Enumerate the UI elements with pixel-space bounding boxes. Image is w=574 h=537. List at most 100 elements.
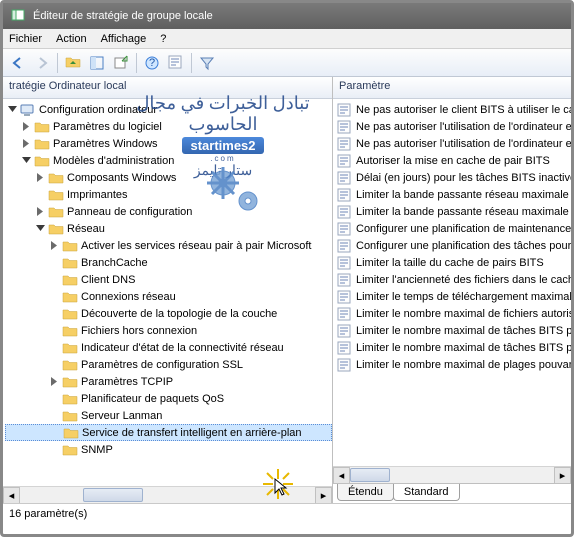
tree-item[interactable]: Modèles d'administration <box>5 152 332 169</box>
tree-item[interactable]: Activer les services réseau pair à pair … <box>5 237 332 254</box>
setting-icon <box>337 188 353 202</box>
tree-item[interactable]: Fichiers hors connexion <box>5 322 332 339</box>
tree-item[interactable]: Serveur Lanman <box>5 407 332 424</box>
list-item[interactable]: Limiter la taille du cache de pairs BITS <box>333 254 571 271</box>
setting-icon <box>337 154 353 168</box>
tree-hscroll[interactable]: ◂ ▸ <box>3 486 332 503</box>
scroll-left-icon[interactable]: ◂ <box>3 487 20 503</box>
tree-item[interactable]: Panneau de configuration <box>5 203 332 220</box>
tree-item[interactable]: Paramètres de configuration SSL <box>5 356 332 373</box>
setting-icon <box>337 324 353 338</box>
tree-item[interactable]: Paramètres TCPIP <box>5 373 332 390</box>
tree-root[interactable]: Configuration ordinateur <box>5 101 332 118</box>
tree-item[interactable]: Connexions réseau <box>5 288 332 305</box>
setting-icon <box>337 239 353 253</box>
list-item-label: Ne pas autoriser le client BITS à utilis… <box>356 104 571 116</box>
tree-label: Composants Windows <box>67 172 176 184</box>
setting-icon <box>337 120 353 134</box>
list-item[interactable]: Configurer une planification de maintena… <box>333 220 571 237</box>
list-item-label: Ne pas autoriser l'utilisation de l'ordi… <box>356 138 571 150</box>
list-item[interactable]: Ne pas autoriser l'utilisation de l'ordi… <box>333 135 571 152</box>
list-item[interactable]: Ne pas autoriser l'utilisation de l'ordi… <box>333 118 571 135</box>
tree-item[interactable]: Paramètres du logiciel <box>5 118 332 135</box>
list-hscroll[interactable]: ◂ ▸ <box>333 466 571 483</box>
up-button[interactable] <box>62 52 84 74</box>
setting-icon <box>337 307 353 321</box>
tree-label: Réseau <box>67 223 105 235</box>
list-item[interactable]: Limiter la bande passante réseau maximal… <box>333 203 571 220</box>
list-item-label: Limiter le temps de téléchargement maxim… <box>356 291 571 303</box>
tree-label: Paramètres de configuration SSL <box>81 359 243 371</box>
properties-button[interactable] <box>165 52 187 74</box>
scroll-thumb[interactable] <box>83 488 143 502</box>
menu-file[interactable]: Fichier <box>9 33 42 45</box>
tree-item[interactable]: Imprimantes <box>5 186 332 203</box>
list-item[interactable]: Limiter le nombre maximal de plages pouv… <box>333 356 571 373</box>
tree-item[interactable]: Composants Windows <box>5 169 332 186</box>
tree-label: Paramètres du logiciel <box>53 121 162 133</box>
list-item-label: Configurer une planification des tâches … <box>356 240 571 252</box>
setting-icon <box>337 171 353 185</box>
export-button[interactable] <box>110 52 132 74</box>
list-item[interactable]: Limiter le temps de téléchargement maxim… <box>333 288 571 305</box>
scroll-right-icon[interactable]: ▸ <box>315 487 332 503</box>
tree-label: Paramètres TCPIP <box>81 376 173 388</box>
setting-icon <box>337 103 353 117</box>
list-item-label: Ne pas autoriser l'utilisation de l'ordi… <box>356 121 571 133</box>
list-item[interactable]: Ne pas autoriser le client BITS à utilis… <box>333 101 571 118</box>
list-item[interactable]: Limiter le nombre maximal de tâches BITS… <box>333 339 571 356</box>
tree-label: Planificateur de paquets QoS <box>81 393 224 405</box>
tab-standard[interactable]: Standard <box>393 484 460 501</box>
list-item[interactable]: Limiter la bande passante réseau maximal… <box>333 186 571 203</box>
tree-item[interactable]: Indicateur d'état de la connectivité rés… <box>5 339 332 356</box>
menu-action[interactable]: Action <box>56 33 87 45</box>
tree-item[interactable]: Client DNS <box>5 271 332 288</box>
scroll-thumb[interactable] <box>350 468 390 482</box>
tree-label: Connexions réseau <box>81 291 176 303</box>
list-item[interactable]: Délai (en jours) pour les tâches BITS in… <box>333 169 571 186</box>
tree-label: Activer les services réseau pair à pair … <box>81 240 311 252</box>
list-item[interactable]: Configurer une planification des tâches … <box>333 237 571 254</box>
filter-button[interactable] <box>196 52 218 74</box>
menu-help[interactable]: ? <box>160 33 166 45</box>
tree-label: Panneau de configuration <box>67 206 192 218</box>
tree-item[interactable]: Réseau <box>5 220 332 237</box>
tree-item[interactable]: Paramètres Windows <box>5 135 332 152</box>
forward-button[interactable] <box>31 52 53 74</box>
tree-label: Configuration ordinateur <box>39 104 157 116</box>
list-item[interactable]: Limiter le nombre maximal de tâches BITS… <box>333 322 571 339</box>
setting-icon <box>337 137 353 151</box>
tree-item[interactable]: SNMP <box>5 441 332 458</box>
menu-view[interactable]: Affichage <box>101 33 147 45</box>
tree-item[interactable]: Planificateur de paquets QoS <box>5 390 332 407</box>
list-item-label: Limiter la bande passante réseau maximal… <box>356 189 571 201</box>
tree-item-selected[interactable]: Service de transfert intelligent en arri… <box>5 424 332 441</box>
help-button[interactable]: ? <box>141 52 163 74</box>
tree-item[interactable]: Découverte de la topologie de la couche <box>5 305 332 322</box>
tab-extended[interactable]: Étendu <box>337 484 394 501</box>
tree-pane: tratégie Ordinateur local Configuration … <box>3 77 333 503</box>
list-header[interactable]: Paramètre <box>333 77 571 99</box>
window-titlebar: Éditeur de stratégie de groupe locale <box>3 3 571 29</box>
list-item-label: Délai (en jours) pour les tâches BITS in… <box>356 172 571 184</box>
list-item-label: Limiter le nombre maximal de tâches BITS… <box>356 325 571 337</box>
list-item[interactable]: Autoriser la mise en cache de pair BITS <box>333 152 571 169</box>
tree-item[interactable]: BranchCache <box>5 254 332 271</box>
settings-list[interactable]: Ne pas autoriser le client BITS à utilis… <box>333 99 571 466</box>
show-tree-button[interactable] <box>86 52 108 74</box>
list-item[interactable]: Limiter l'ancienneté des fichiers dans l… <box>333 271 571 288</box>
svg-text:?: ? <box>149 57 155 69</box>
setting-icon <box>337 273 353 287</box>
list-item-label: Limiter l'ancienneté des fichiers dans l… <box>356 274 571 286</box>
list-item-label: Limiter la bande passante réseau maximal… <box>356 206 571 218</box>
scroll-left-icon[interactable]: ◂ <box>333 467 350 484</box>
policy-tree[interactable]: Configuration ordinateur Paramètres du l… <box>3 99 332 486</box>
toolbar: ? <box>3 49 571 77</box>
status-bar: 16 paramètre(s) <box>3 503 571 523</box>
scroll-right-icon[interactable]: ▸ <box>554 467 571 484</box>
back-button[interactable] <box>7 52 29 74</box>
setting-icon <box>337 358 353 372</box>
setting-icon <box>337 290 353 304</box>
tree-label: Service de transfert intelligent en arri… <box>82 427 302 439</box>
list-item[interactable]: Limiter le nombre maximal de fichiers au… <box>333 305 571 322</box>
